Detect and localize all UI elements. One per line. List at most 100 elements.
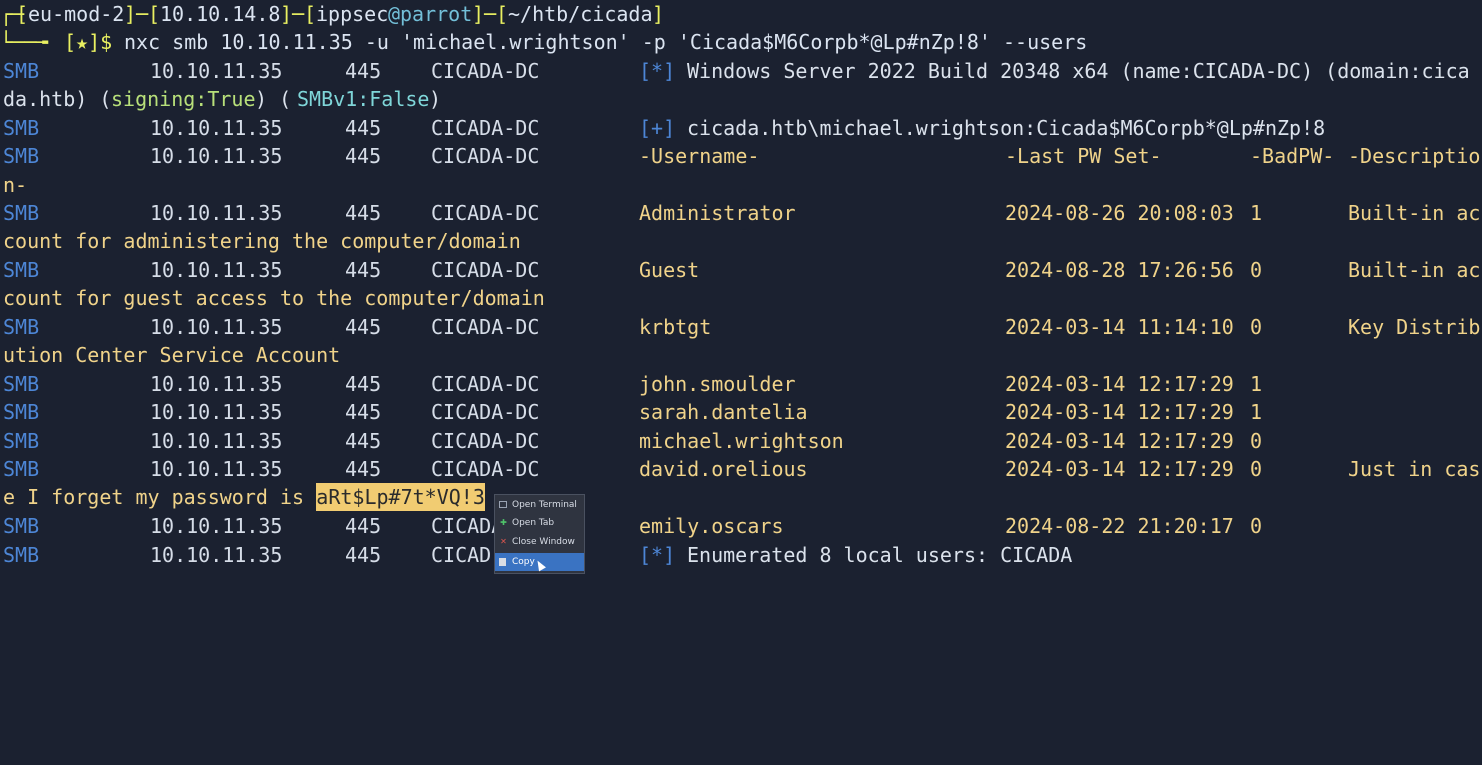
user-name: sarah.dantelia [639,400,808,424]
menu-item-label: Close Window [512,537,575,547]
target-ip: 10.10.11.35 [150,315,283,339]
menu-item-close-window[interactable]: ✕ Close Window [495,533,584,551]
target-host: CICADA-DC [431,258,540,282]
proto-label: SMB [3,372,40,396]
output-line-headers: SMB 10.10.11.35 445 CICADA-DC -Username-… [0,142,1480,170]
bracket-open: [ [496,2,509,26]
target-ip: 10.10.11.35 [150,514,283,538]
prompt-frame-bottom: └──╼ [0,30,49,54]
target-host: CICADA-DC [431,429,540,453]
target-port: 445 [345,116,382,140]
menu-item-open-terminal[interactable]: Open Terminal [495,496,584,514]
target-port: 445 [345,315,382,339]
user-description-wrap: count for guest access to the computer/d… [3,286,545,310]
user-description: Key Distrib [1348,315,1481,339]
header-description: -Descriptio [1348,144,1481,168]
target-port: 445 [345,59,382,83]
user-name: john.smoulder [639,372,796,396]
user-badpw: 0 [1250,514,1263,538]
user-name: emily.oscars [639,514,784,538]
prompt-line-command: └──╼ [★]$ nxc smb 10.10.11.35 -u 'michae… [0,28,1087,56]
user-badpw: 0 [1250,315,1263,339]
header-badpw: -BadPW- [1250,144,1335,168]
output-line-headers-wrap: n- [0,171,48,199]
proto-label: SMB [3,514,40,538]
bracket-close: ] [652,2,665,26]
target-port: 445 [345,372,382,396]
target-host: CICADA-DC [431,372,540,396]
output-line-summary: SMB 10.10.11.35 445 CICAD [*] Enumerated… [0,541,1072,569]
prompt-symbol: [★]$ [64,30,113,54]
user-description: Built-in ac [1348,201,1481,225]
user-description-wrap: ution Center Service Account [3,343,341,367]
target-port: 445 [345,514,382,538]
user-pwset: 2024-08-26 20:08:03 [1005,201,1234,225]
info-tag: [*] [639,59,676,83]
target-ip: 10.10.11.35 [150,543,283,567]
header-username: -Username- [639,144,760,168]
target-ip: 10.10.11.35 [150,400,283,424]
prompt-user: ippsec [316,2,389,26]
target-port: 445 [345,457,382,481]
command-text[interactable]: nxc smb 10.10.11.35 -u 'michael.wrightso… [124,28,1087,56]
menu-item-open-tab[interactable]: ✚ Open Tab [495,514,584,532]
target-port: 445 [345,429,382,453]
output-line-banner-wrap: da.htb) ( signing:True ) ( SMBv1:False ) [0,85,441,113]
target-host: CICADA-DC [431,400,540,424]
bracket-open: [ [16,2,29,26]
user-name: david.orelious [639,457,808,481]
user-badpw: 0 [1250,429,1263,453]
target-port: 445 [345,400,382,424]
user-pwset: 2024-03-14 11:14:10 [1005,315,1234,339]
target-ip: 10.10.11.35 [150,429,283,453]
proto-label: SMB [3,144,40,168]
proto-label: SMB [3,457,40,481]
vpn-label: eu-mod-2 [28,2,125,26]
info-tag: [*] [639,543,676,567]
signing-flag: signing:True [111,87,256,111]
target-host: CICADA-DC [431,144,540,168]
target-host: CICADA-DC [431,457,540,481]
proto-label: SMB [3,400,40,424]
target-ip: 10.10.11.35 [150,457,283,481]
user-pwset: 2024-03-14 12:17:29 [1005,372,1234,396]
smbv1-flag: SMBv1:False [297,87,430,111]
target-ip: 10.10.11.35 [150,258,283,282]
bracket-close: ] [124,2,137,26]
user-description: Just in cas [1348,457,1481,481]
terminal-window[interactable]: ┌─ [ eu-mod-2 ] ─ [ 10.10.14.8 ] ─ [ ipp… [0,0,1482,574]
output-line-banner: SMB 10.10.11.35 445 CICADA-DC [*] Window… [0,57,1470,85]
banner-wrap: ) ( [255,87,292,111]
prompt-sep: ─ [484,2,497,26]
bracket-close: ] [472,2,485,26]
header-description-wrap: n- [3,173,28,197]
target-ip: 10.10.11.35 [150,59,283,83]
target-host: CICADA-DC [431,201,540,225]
user-badpw: 1 [1250,372,1263,396]
target-ip: 10.10.11.35 [150,116,283,140]
target-port: 445 [345,258,382,282]
user-name: krbtgt [639,315,712,339]
login-text: cicada.htb\michael.wrightson:Cicada$M6Co… [687,116,1326,140]
target-ip: 10.10.11.35 [150,372,283,396]
prompt-line-top: ┌─ [ eu-mod-2 ] ─ [ 10.10.14.8 ] ─ [ ipp… [0,0,664,28]
proto-label: SMB [3,258,40,282]
prompt-sep: ─ [292,2,305,26]
user-name: Guest [639,258,700,282]
user-name: Administrator [639,201,796,225]
proto-label: SMB [3,59,40,83]
proto-label: SMB [3,201,40,225]
copy-icon [499,558,506,566]
target-host-truncated: CICAD [431,543,492,567]
target-host: CICADA-DC [431,315,540,339]
user-description: Built-in ac [1348,258,1481,282]
proto-label: SMB [3,116,40,140]
selected-password-text[interactable]: aRt$Lp#7t*VQ!3 [316,483,485,511]
prompt-at: @ [388,2,401,26]
banner-wrap: ) [429,87,442,111]
close-icon: ✕ [500,537,507,546]
output-line-login: SMB 10.10.11.35 445 CICADA-DC [+] cicada… [0,114,1325,142]
prompt-sep: ─ [136,2,149,26]
menu-item-label: Open Tab [512,518,555,528]
user-description-wrap: e I forget my password is [3,485,317,509]
